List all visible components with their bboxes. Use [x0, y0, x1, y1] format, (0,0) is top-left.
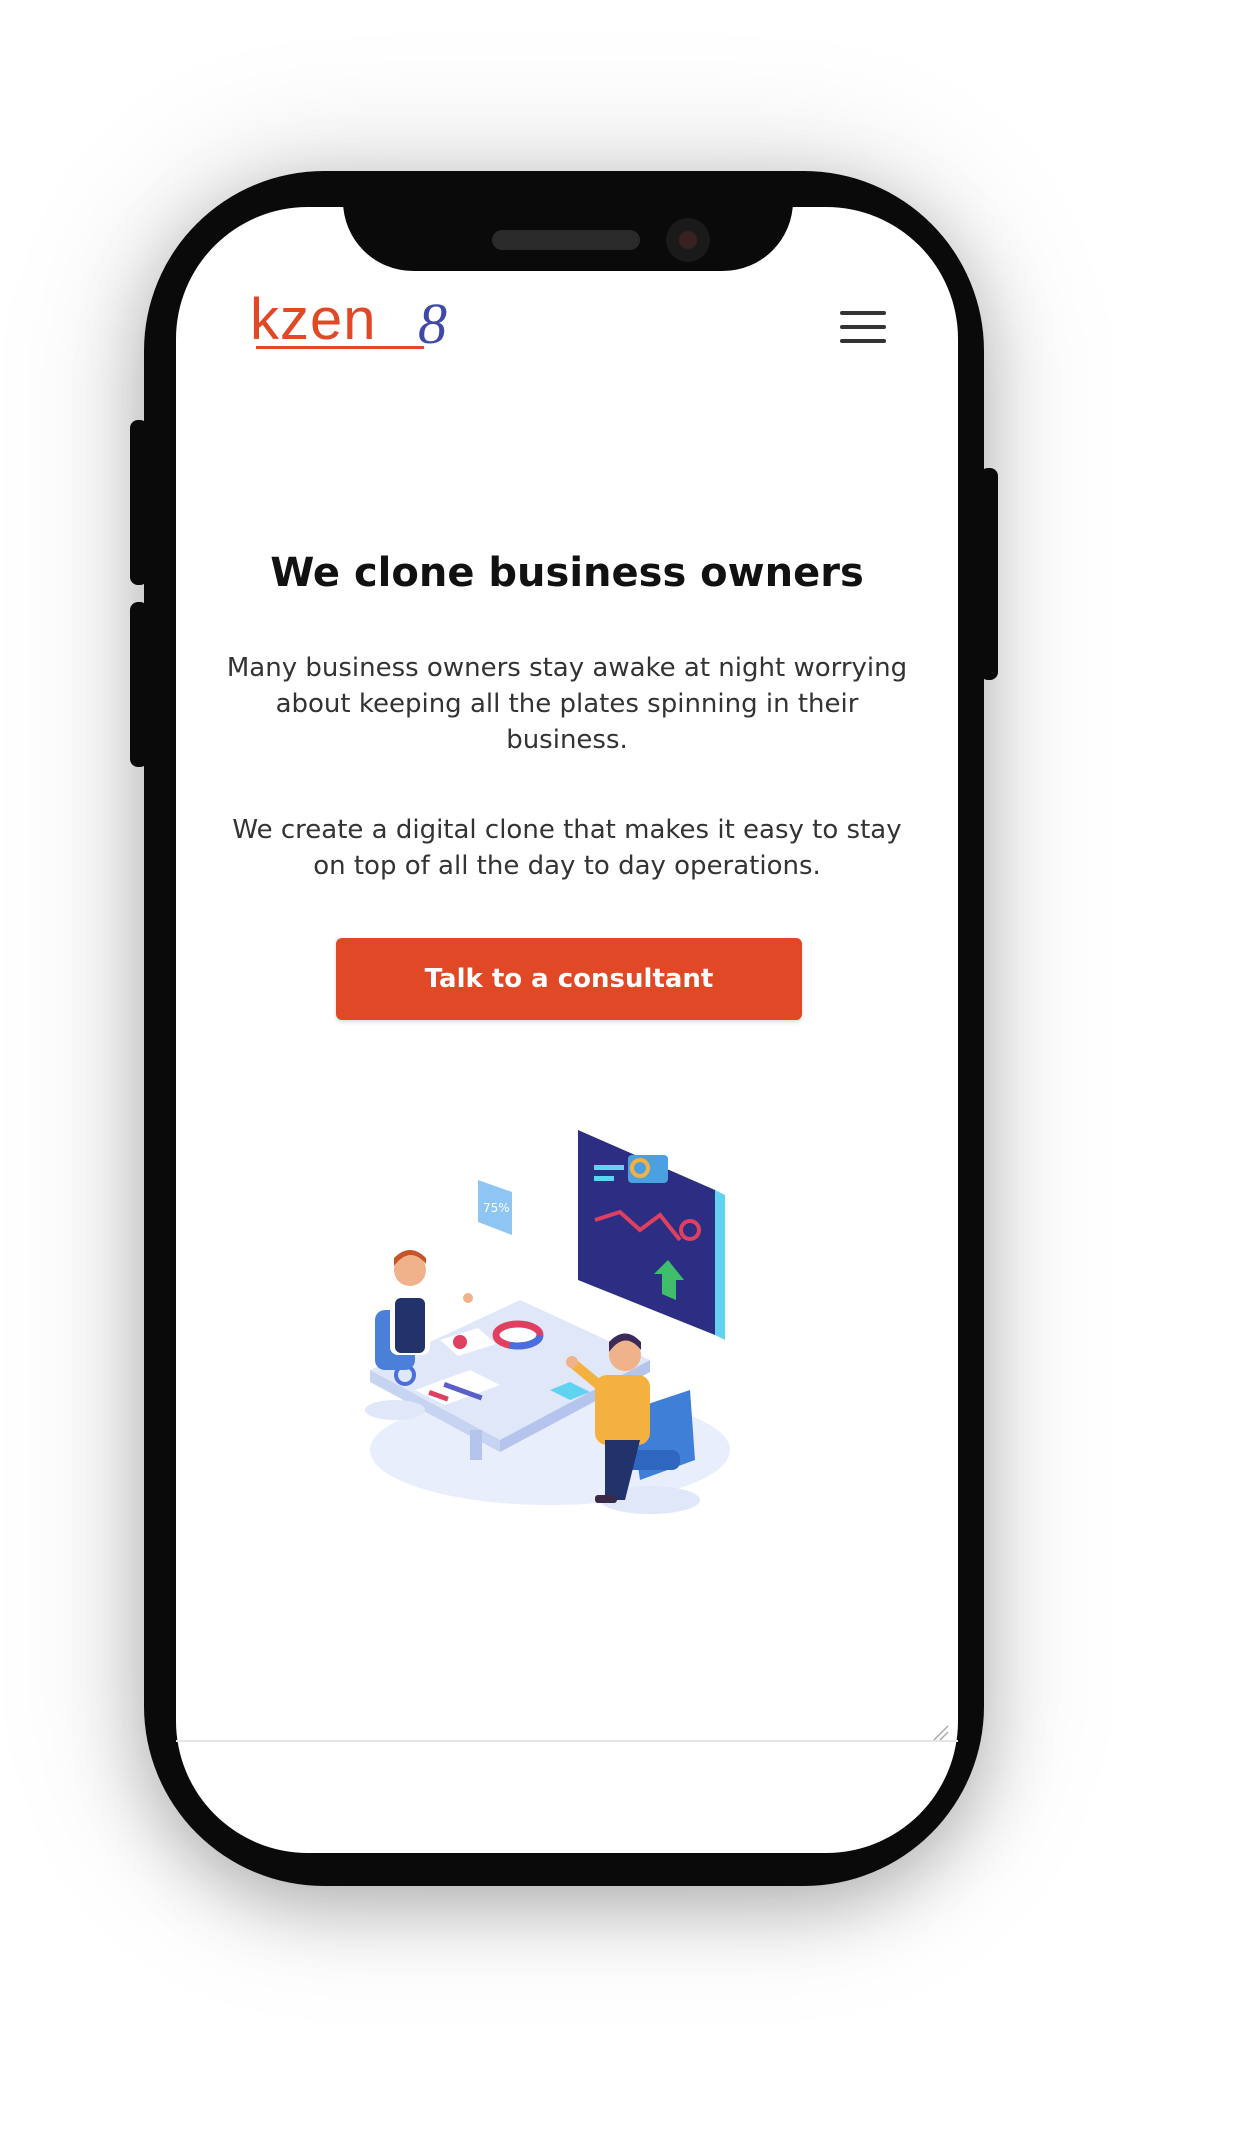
speaker-grille [492, 230, 640, 250]
phone-notch [343, 171, 793, 271]
svg-text:75%: 75% [483, 1201, 510, 1215]
menu-line [840, 339, 886, 343]
hamburger-menu-icon[interactable] [840, 307, 890, 347]
menu-line [840, 325, 886, 329]
volume-up-button [130, 420, 148, 585]
hero-paragraph-2: We create a digital clone that makes it … [232, 815, 902, 881]
logo-underline [256, 346, 424, 349]
percent-badge-icon: 75% [478, 1180, 512, 1235]
volume-down-button [130, 602, 148, 767]
logo-suffix: 8 [418, 291, 447, 356]
dashboard-monitor-icon [578, 1130, 725, 1340]
phone-screen [176, 207, 958, 1853]
front-camera [666, 218, 710, 262]
hero-paragraph-1: Many business owners stay awake at night… [226, 653, 908, 755]
power-button [980, 468, 998, 680]
donut-chart-icon [492, 1320, 544, 1350]
meeting-illustration: 75% [365, 1130, 730, 1514]
pie-icon [453, 1335, 467, 1349]
talk-to-consultant-button[interactable]: Talk to a consultant [336, 938, 802, 1020]
brand-logo[interactable]: kzen 8 [250, 290, 460, 356]
screen-bottom-divider [176, 1740, 958, 1742]
menu-line [840, 311, 886, 315]
logo-text: kzen [250, 287, 377, 352]
mockup-stage: kzen 8 We clone business owners Many bus… [0, 0, 1240, 2155]
hero-title: We clone business owners [270, 550, 864, 596]
resize-grip-icon[interactable] [930, 1722, 950, 1742]
